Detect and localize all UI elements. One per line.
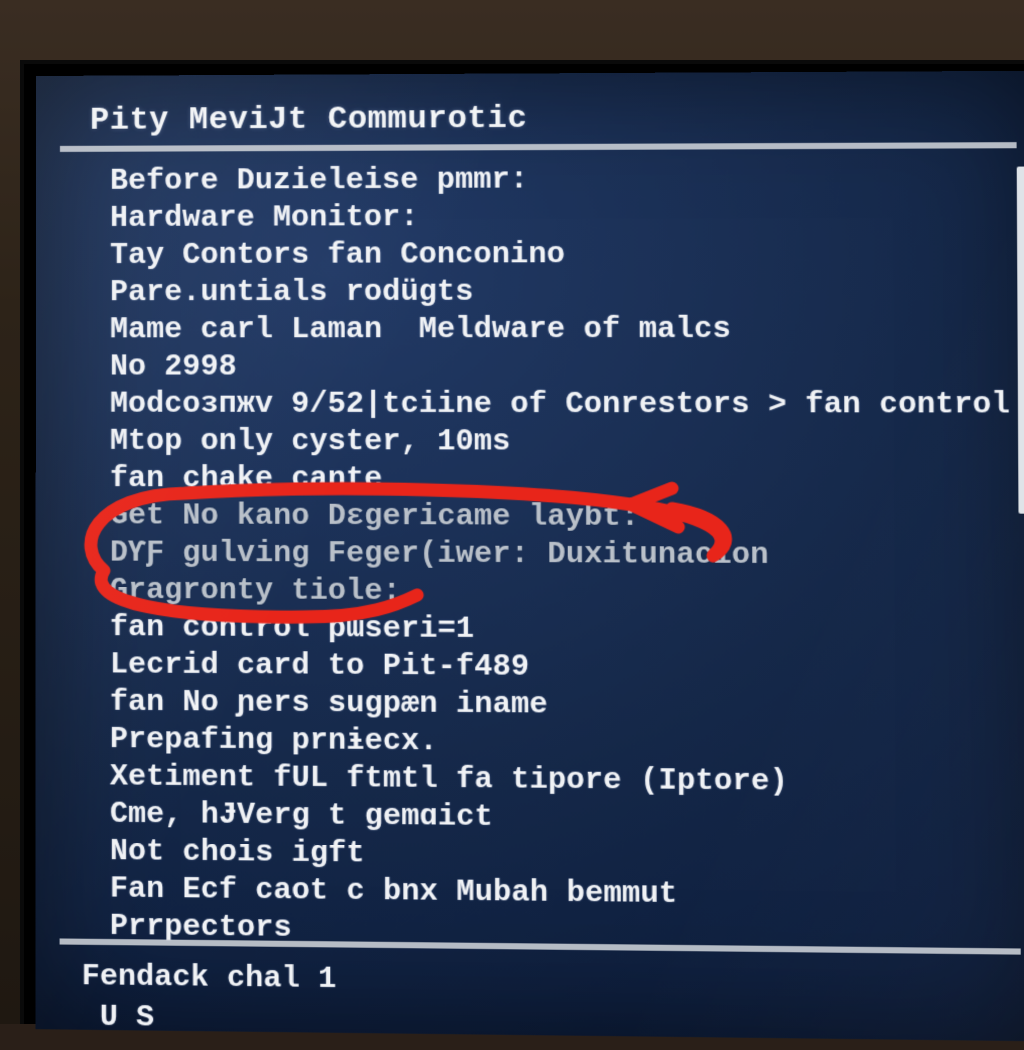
- list-item-highlighted[interactable]: Get No kano Dɛgericame laybt:: [110, 498, 1002, 538]
- list-item[interactable]: Hardware Monitor:: [110, 198, 1001, 238]
- list-item-highlighted[interactable]: DƳƑ gulving Feger(iwer: Duxitunacion: [110, 535, 1002, 576]
- settings-list[interactable]: Before Duzieleise pmmr: Hardware Monitor…: [110, 161, 1004, 918]
- divider-top: [60, 142, 1017, 152]
- bios-screen: Pity MeviJt Commurotic Before Duzieleise…: [35, 71, 1024, 1042]
- list-item[interactable]: No 2998: [110, 349, 1001, 387]
- list-item[interactable]: fan No ɲers sugpæn iname: [110, 685, 1003, 728]
- page-title: Pity MeviJt Commurotic: [90, 100, 528, 139]
- list-item[interactable]: Modcoɜпжv 9/52|tciine of Conrestors > fa…: [110, 387, 1001, 425]
- list-item[interactable]: fan chake cante: [110, 461, 1002, 500]
- footer-line: Fendack chal 1: [82, 957, 337, 1000]
- list-item[interactable]: Prepafing prnɨecx.: [110, 722, 1003, 766]
- list-item-highlighted[interactable]: Gragronty tiole:: [110, 573, 1002, 614]
- list-item[interactable]: Lecrid card to Pit-f489: [110, 647, 1003, 689]
- list-item[interactable]: Tay Contors fan Conconino: [110, 236, 1001, 275]
- footer-line: U S: [82, 997, 337, 1041]
- list-item[interactable]: Mtop only cyster, 10ms: [110, 424, 1002, 463]
- scrollbar[interactable]: [1017, 167, 1024, 514]
- list-item[interactable]: Mame carl Laman Meldware of malcs: [110, 311, 1001, 349]
- footer-hints: Fendack chal 1 U S: [82, 957, 337, 1041]
- list-item[interactable]: Pare.untials rodügts: [110, 274, 1001, 313]
- list-item[interactable]: Before Duzieleise pmmr:: [110, 161, 1000, 201]
- list-item[interactable]: fan control pɯseri=1: [110, 610, 1003, 652]
